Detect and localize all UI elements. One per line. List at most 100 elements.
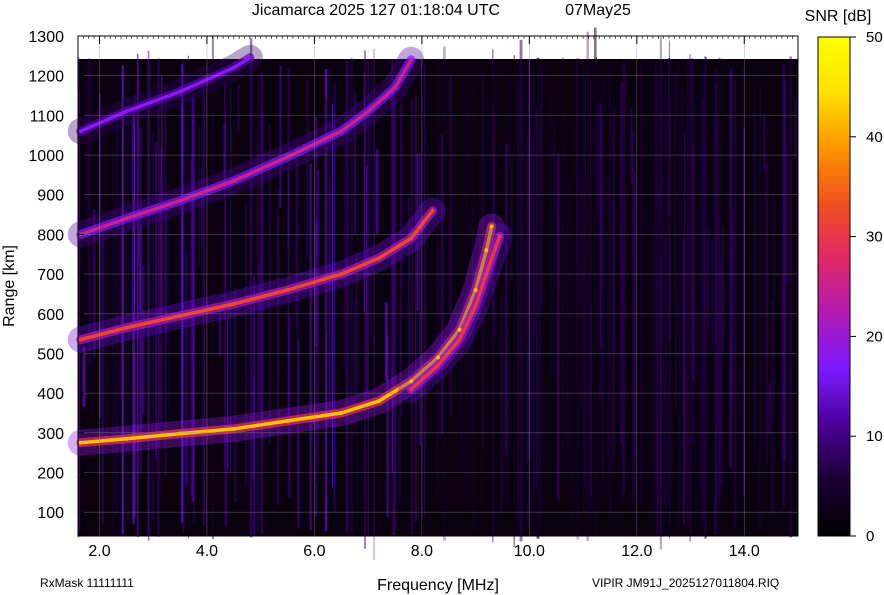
noise-striation [431,247,434,329]
noise-striation [556,244,558,316]
x-tick-label: 10.0 [514,543,545,560]
noise-striation [211,35,214,539]
noise-striation [425,138,428,203]
noise-striation [237,84,240,133]
x-axis-label: Frequency [MHz] [377,577,499,594]
ionogram-figure: Jicamarca 2025 127 01:18:04 UTC 07May25 … [1,2,883,594]
trace-point [285,418,290,423]
noise-striation [789,56,793,538]
noise-striation [680,88,683,375]
x-tick-label: 8.0 [411,543,433,560]
noise-striation [384,302,388,381]
noise-striation [423,63,426,517]
trace-point [489,256,494,261]
trace-point [376,256,381,261]
noise-striation [548,109,550,251]
trace-point [473,303,478,308]
colorbar-tick-label: 10 [866,428,883,445]
noise-striation [440,134,444,435]
noise-striation [164,87,167,477]
noise-striation [443,46,446,541]
noise-striation [710,241,714,349]
noise-striation [596,57,598,537]
y-tick-label: 700 [37,267,64,284]
noise-striation [147,50,150,541]
noise-striation [768,382,771,435]
noise-striation [255,69,257,423]
colorbar-tick-label: 20 [866,328,883,345]
y-tick-label: 1000 [28,148,64,165]
trace-point [247,55,252,60]
noise-striation [306,79,309,259]
y-tick-label: 900 [37,188,64,205]
noise-striation [126,81,130,524]
file-label: VIPIR JM91J_2025127011804.RIQ [592,576,779,590]
noise-striation [234,288,237,502]
noise-striation [569,179,571,464]
noise-striation [714,376,717,430]
trace-point [457,327,462,332]
noise-striation [287,174,290,253]
noise-striation [518,109,521,535]
colorbar: 0 10 20 30 40 50 [817,29,883,545]
noise-striation [516,80,520,524]
trace-point [457,337,462,342]
x-tick-label: 6.0 [303,543,325,560]
noise-striation [85,82,87,241]
noise-striation [394,105,397,531]
colorbar-tick-label: 30 [866,229,883,246]
trace-point [409,236,414,241]
noise-striation [640,60,642,503]
trace-point [285,155,290,159]
noise-striation [557,148,560,295]
noise-striation [690,421,693,535]
trace-point [78,129,83,134]
noise-striation [726,186,729,483]
y-tick-label: 600 [37,307,64,324]
trace-point [339,129,344,134]
y-tick-label: 500 [37,346,64,363]
noise-striation [510,155,513,281]
trace-point [124,109,129,114]
noise-striation [332,103,333,489]
noise-striation [82,347,86,407]
trace-point [285,288,290,292]
noise-striation [694,102,697,173]
noise-striation [366,165,368,394]
colorbar-tick-label: 40 [866,129,883,146]
noise-striation [581,62,585,443]
noise-striation [485,144,487,519]
x-tick-label: 14.0 [729,543,760,560]
noise-striation [553,124,556,214]
noise-striation [766,202,768,360]
trace-point [124,325,129,330]
noise-striation [617,134,621,536]
noise-striation [682,239,685,526]
noise-striation [418,154,422,446]
noise-striation [136,53,139,538]
noise-striation [707,226,710,330]
chart-date: 07May25 [565,2,631,19]
trace-point [78,440,83,445]
noise-striation [121,65,124,535]
noise-striation [185,79,188,425]
trace-point [366,109,371,114]
trace-point [473,288,478,292]
colorbar-tick-label: 0 [866,528,874,545]
noise-striation [328,66,331,258]
noise-striation [535,110,538,491]
plot-area: 2.0 4.0 6.0 8.0 10.0 12.0 14.0 100 200 300 400 500… [28,27,799,561]
noise-striation [531,76,534,506]
noise-striation [175,212,177,309]
noise-striation [375,150,379,234]
trace-point [409,57,414,62]
colorbar-ticks: 0 10 20 30 40 50 [850,29,883,545]
noise-striation [687,58,689,527]
noise-striation [513,55,515,548]
noise-striation [652,60,654,468]
noise-striation [718,328,721,500]
noise-striation [659,64,662,536]
y-tick-label: 400 [37,386,64,403]
trace-point [178,89,183,94]
y-axis-label: Range [km] [1,245,18,327]
